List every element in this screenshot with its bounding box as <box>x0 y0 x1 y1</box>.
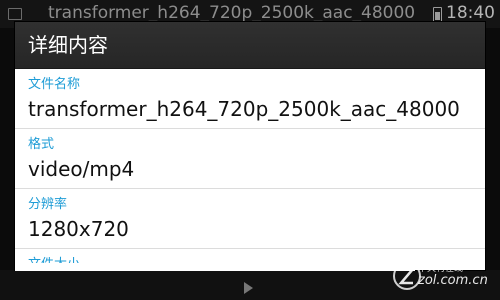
detail-value: transformer_h264_720p_2500k_aac_48000 <box>28 97 460 121</box>
detail-value: video/mp4 <box>28 157 135 181</box>
watermark: 中关村在线 zol.com.cn <box>392 256 496 296</box>
detail-row-filename: 文件名称 transformer_h264_720p_2500k_aac_480… <box>15 69 485 129</box>
detail-label: 文件名称 <box>28 77 81 92</box>
play-icon[interactable] <box>244 282 253 294</box>
status-clock: 18:40 <box>446 3 495 23</box>
detail-value: 1280x720 <box>28 217 129 241</box>
dialog-bottom-edge <box>15 263 415 271</box>
dialog-title: 详细内容 <box>15 22 485 69</box>
background-video-title: transformer_h264_720p_2500k_aac_48000 <box>48 3 416 23</box>
detail-label: 分辨率 <box>28 197 68 212</box>
notification-icon <box>8 8 22 20</box>
detail-row-format: 格式 video/mp4 <box>15 129 485 189</box>
details-dialog: 详细内容 文件名称 transformer_h264_720p_2500k_aa… <box>15 22 485 270</box>
detail-row-resolution: 分辨率 1280x720 <box>15 189 485 249</box>
detail-label: 格式 <box>28 137 55 152</box>
screen: transformer_h264_720p_2500k_aac_48000 18… <box>0 0 500 300</box>
battery-icon <box>433 7 442 22</box>
watermark-text-en: zol.com.cn <box>418 273 488 288</box>
